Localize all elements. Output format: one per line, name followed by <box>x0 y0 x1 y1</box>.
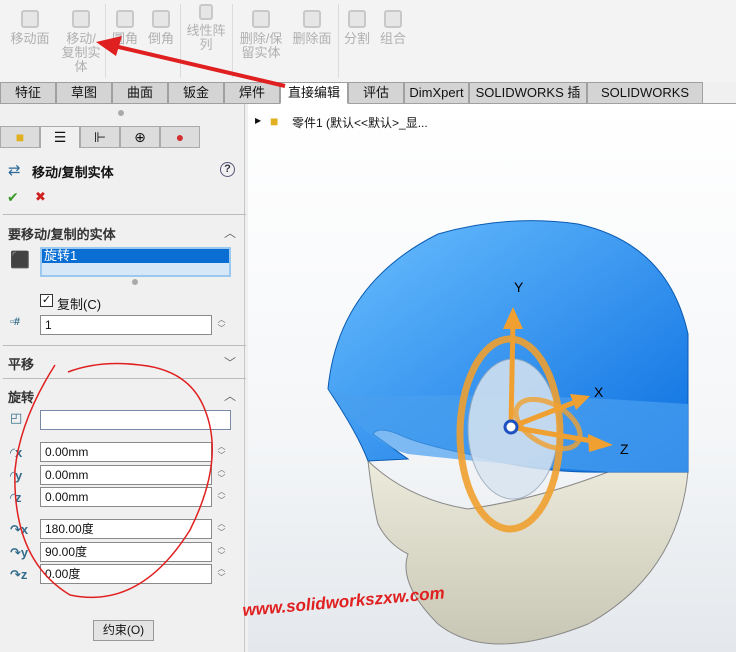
list-resize-handle[interactable] <box>132 279 138 285</box>
split-icon <box>348 10 366 28</box>
x-axis-label: X <box>594 384 604 400</box>
chevron-down-icon[interactable]: ﹀ <box>224 354 236 371</box>
rotation-angle-y-input[interactable]: 90.00度 <box>40 542 212 562</box>
move-face-button[interactable]: 移动面 <box>8 10 52 46</box>
toolbar: 移动面 移动/ 复制实 体 圆角 倒角 线性阵 列 删除/保 留实体 删除面 分… <box>0 0 736 82</box>
graphics-viewport[interactable]: ▶ ■ 零件1 (默认<<默认>_显... Y X Z <box>248 104 736 652</box>
rotation-origin-z-input[interactable]: 0.00mm <box>40 487 212 507</box>
help-button[interactable]: ? <box>220 162 235 177</box>
triad-origin[interactable] <box>503 419 519 435</box>
tab-sketch[interactable]: 草图 <box>56 82 112 104</box>
chevron-up-icon[interactable]: ︿ <box>224 224 236 241</box>
rotation-angle-z-input[interactable]: 0.00度 <box>40 564 212 584</box>
translate-section-header[interactable]: 平移 <box>8 354 34 373</box>
rz-spinner[interactable]: ︿ ﹀ <box>214 564 229 584</box>
dimxpert-tab[interactable]: ⊕ <box>120 126 160 148</box>
bodies-selection-list[interactable]: 旋转1 <box>40 247 231 277</box>
move-face-icon <box>21 10 39 28</box>
property-manager-tab[interactable]: ☰ <box>40 126 80 148</box>
copy-checkbox[interactable]: ✓ <box>40 294 53 307</box>
tab-direct-editing[interactable]: 直接编辑 <box>280 82 348 104</box>
y-axis-arrow[interactable] <box>508 318 516 428</box>
tab-sheet-metal[interactable]: 钣金 <box>168 82 224 104</box>
rotation-reference-input[interactable] <box>40 410 231 430</box>
separator <box>338 4 339 78</box>
rx-spinner[interactable]: ︿ ﹀ <box>214 519 229 539</box>
instances-icon: ▫# <box>10 316 21 328</box>
copy-label: 复制(C) <box>57 297 102 312</box>
selected-body-item[interactable]: 旋转1 <box>42 249 229 263</box>
delete-keep-body-button[interactable]: 删除/保 留实体 <box>237 10 285 60</box>
move-copy-body-icon <box>72 10 90 28</box>
ry-spinner[interactable]: ︿ ﹀ <box>214 542 229 562</box>
combine-icon <box>384 10 402 28</box>
chamfer-icon <box>152 10 170 28</box>
rotation-angle-x-input[interactable]: 180.00度 <box>40 519 212 539</box>
constraints-button[interactable]: 约束(O) <box>93 620 154 641</box>
divider <box>3 378 246 379</box>
tab-dimxpert[interactable]: DimXpert <box>404 82 469 104</box>
splitter-handle[interactable] <box>118 110 124 116</box>
rotation-origin-x-input[interactable]: 0.00mm <box>40 442 212 462</box>
fillet-icon <box>116 10 134 28</box>
cancel-button[interactable]: ✖ <box>35 189 46 205</box>
z-axis-label: Z <box>620 441 629 457</box>
linear-pattern-button[interactable]: 线性阵 列 <box>184 4 228 52</box>
split-button[interactable]: 分割 <box>342 10 372 46</box>
config-icon: ⊩ <box>93 129 107 145</box>
tab-solidworks-addins[interactable]: SOLIDWORKS 插件 <box>469 82 587 120</box>
copy-count-spinner[interactable]: ︿ ﹀ <box>214 315 229 335</box>
x-spinner[interactable]: ︿ ﹀ <box>214 442 229 462</box>
tab-evaluate[interactable]: 评估 <box>348 82 404 104</box>
rotation-angle-z-icon: ↷z <box>10 567 28 582</box>
bodies-section-header[interactable]: 要移动/复制的实体 <box>8 224 116 243</box>
part-icon: ■ <box>15 129 25 145</box>
feature-tree-tab[interactable]: ■ <box>0 126 40 148</box>
delete-face-icon <box>303 10 321 28</box>
ok-button[interactable]: ✔ <box>7 189 19 206</box>
copy-count-input[interactable]: 1 <box>40 315 212 335</box>
solid-body-icon: ⬛ <box>10 252 30 269</box>
combine-button[interactable]: 组合 <box>378 10 408 46</box>
rotation-reference-icon: ◰ <box>10 410 23 425</box>
chamfer-button[interactable]: 倒角 <box>146 10 176 46</box>
display-manager-tab[interactable]: ● <box>160 126 200 148</box>
z-spinner[interactable]: ︿ ﹀ <box>214 487 229 507</box>
tab-weldments[interactable]: 焊件 <box>224 82 280 104</box>
rotation-origin-y-input[interactable]: 0.00mm <box>40 465 212 485</box>
rotation-angle-x-icon: ↷x <box>10 522 29 537</box>
chevron-up-icon[interactable]: ︿ <box>224 387 236 404</box>
y-spinner[interactable]: ︿ ﹀ <box>214 465 229 485</box>
panel-title: 移动/复制实体 <box>32 165 114 180</box>
rotation-origin-z-icon: ◜z <box>10 490 22 505</box>
rotation-origin-y-icon: ◜y <box>10 468 23 483</box>
move-copy-body-button[interactable]: 移动/ 复制实 体 <box>58 10 104 74</box>
separator <box>232 4 233 78</box>
linear-pattern-icon <box>199 4 213 20</box>
configuration-tab[interactable]: ⊩ <box>80 126 120 148</box>
move-copy-body-icon: ⇄ <box>8 162 21 179</box>
rotation-angle-y-icon: ↷y <box>10 545 29 560</box>
property-manager: ■ ☰ ⊩ ⊕ ● ⇄ 移动/复制实体 ? ✔ ✖ 要移动/复制的实体 ︿ ⬛ … <box>0 104 246 652</box>
separator <box>180 4 181 78</box>
y-axis-label: Y <box>514 279 524 295</box>
tab-surfaces[interactable]: 曲面 <box>112 82 168 104</box>
rotation-origin-x-icon: ◜x <box>10 445 23 460</box>
divider <box>3 345 246 346</box>
appearance-icon: ● <box>175 129 185 145</box>
delete-keep-body-icon <box>252 10 270 28</box>
rotate-section-header[interactable]: 旋转 <box>8 387 34 406</box>
divider <box>3 214 246 215</box>
3d-model-view: Y X Z <box>327 220 689 645</box>
delete-face-button[interactable]: 删除面 <box>290 10 334 46</box>
command-manager-tabs: 特征 草图 曲面 钣金 焊件 直接编辑 评估 DimXpert SOLIDWOR… <box>0 82 736 120</box>
fillet-button[interactable]: 圆角 <box>110 10 140 46</box>
crosshair-icon: ⊕ <box>134 129 146 145</box>
list-icon: ☰ <box>53 129 67 145</box>
tab-features[interactable]: 特征 <box>0 82 56 104</box>
separator <box>105 4 106 78</box>
tab-solidworks-mbd[interactable]: SOLIDWORKS MBD <box>587 82 703 120</box>
